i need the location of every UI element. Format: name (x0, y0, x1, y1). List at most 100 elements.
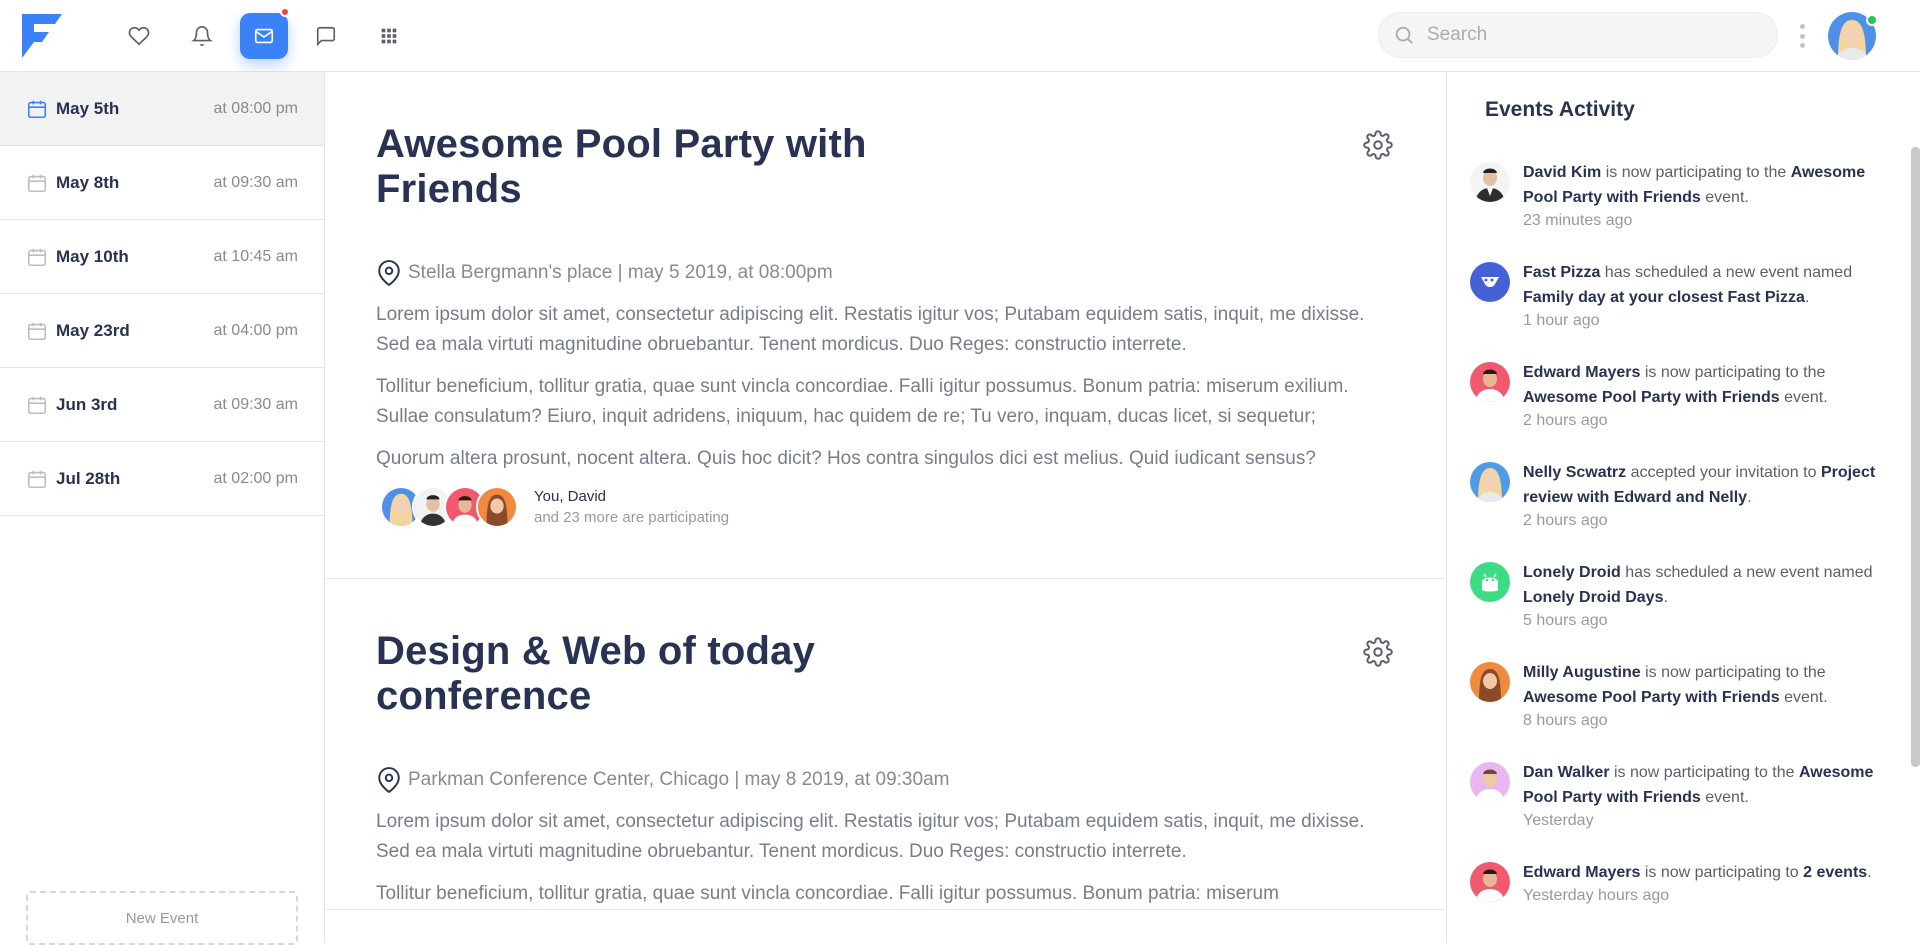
activity-target[interactable]: Awesome Pool Party with Friends (1523, 689, 1780, 706)
time-label: at 09:30 am (213, 173, 299, 191)
online-status-dot (1866, 14, 1878, 26)
activity-target[interactable]: Awesome Pool Party with Friends (1523, 389, 1780, 406)
search-box[interactable] (1378, 12, 1778, 58)
search-input[interactable] (1425, 23, 1745, 47)
calendar-icon (27, 396, 47, 414)
date-label: Jun 3rd (56, 394, 118, 414)
list-item[interactable]: Lonely Droid has scheduled a new event n… (1470, 560, 1900, 660)
event-dates-sidebar: May 5th at 08:00 pm May 8th at 09:30 am … (0, 72, 325, 945)
list-item[interactable]: Milly Augustine is now participating to … (1470, 660, 1900, 760)
activity-actor[interactable]: Edward Mayers (1523, 364, 1640, 381)
date-item-may-8th[interactable]: May 8th at 09:30 am (0, 146, 324, 220)
messages-mail-icon[interactable] (240, 7, 290, 59)
calendar-icon (27, 100, 47, 118)
participant-avatars (380, 486, 518, 528)
activity-verb: accepted your invitation to (1626, 464, 1821, 481)
activity-actor[interactable]: Nelly Scwatrz (1523, 464, 1626, 481)
date-label: May 10th (56, 246, 129, 266)
event-description: Quorum altera prosunt, nocent altera. Qu… (376, 448, 1316, 469)
avatar (1470, 762, 1510, 802)
activity-actor[interactable]: Lonely Droid (1523, 564, 1621, 581)
activity-verb: is now participating to (1640, 864, 1804, 881)
events-main-panel: Awesome Pool Party with Friends Stella B… (326, 72, 1445, 943)
activity-text: Milly Augustine is now participating to … (1523, 660, 1900, 710)
activity-time: 23 minutes ago (1523, 212, 1633, 229)
notifications-bell-icon[interactable] (178, 13, 226, 59)
activity-verb: is now participating to the (1601, 164, 1791, 181)
activity-text: Nelly Scwatrz accepted your invitation t… (1523, 460, 1900, 510)
date-item-jul-28th[interactable]: Jul 28th at 02:00 pm (0, 442, 324, 516)
list-item[interactable]: Dan Walker is now participating to the A… (1470, 760, 1900, 860)
map-pin-icon (378, 260, 400, 286)
activity-text: Lonely Droid has scheduled a new event n… (1523, 560, 1900, 610)
participants-names: You, David (534, 488, 606, 505)
more-options-icon[interactable] (1796, 24, 1808, 48)
activity-actor[interactable]: Milly Augustine (1523, 664, 1641, 681)
activity-verb: is now participating to the (1640, 364, 1826, 381)
time-label: at 02:00 pm (213, 469, 299, 487)
chat-bubble-icon[interactable] (302, 13, 350, 59)
activity-time: 1 hour ago (1523, 312, 1600, 329)
avatar (1470, 162, 1510, 202)
android-droid-icon (1470, 562, 1510, 602)
activity-target[interactable]: 2 events (1803, 864, 1867, 881)
activity-suffix: . (1804, 289, 1810, 306)
event-description: Tollitur beneficium, tollitur gratia, qu… (376, 883, 1279, 904)
event-location: Parkman Conference Center, Chicago | may… (376, 767, 1393, 793)
activity-actor[interactable]: Edward Mayers (1523, 864, 1640, 881)
fast-pizza-logo-icon (1470, 262, 1510, 302)
calendar-icon (27, 470, 47, 488)
event-title: Awesome Pool Party with Friends (376, 122, 867, 211)
app-logo-icon[interactable] (22, 14, 62, 58)
time-label: at 10:45 am (213, 247, 299, 265)
activity-actor[interactable]: Dan Walker (1523, 764, 1610, 781)
date-label: May 23rd (56, 320, 130, 340)
activity-time: Yesterday (1523, 812, 1594, 829)
activity-verb: is now participating to the (1609, 764, 1799, 781)
date-item-may-5th[interactable]: May 5th at 08:00 pm (0, 72, 324, 146)
activity-time: 2 hours ago (1523, 512, 1608, 529)
location-text: Parkman Conference Center, Chicago | may… (408, 769, 950, 790)
activity-scrollbar[interactable] (1911, 147, 1920, 767)
activity-list: David Kim is now participating to the Aw… (1470, 160, 1900, 943)
unread-dot (280, 7, 290, 17)
activity-title: Events Activity (1485, 98, 1635, 121)
avatar (1470, 362, 1510, 402)
activity-suffix: event. (1779, 389, 1828, 406)
activity-target[interactable]: Lonely Droid Days (1523, 589, 1663, 606)
date-item-jun-3rd[interactable]: Jun 3rd at 09:30 am (0, 368, 324, 442)
calendar-icon (27, 174, 47, 192)
activity-actor[interactable]: Fast Pizza (1523, 264, 1600, 281)
time-label: at 04:00 pm (213, 321, 299, 339)
gear-icon[interactable] (1363, 130, 1393, 160)
new-event-button[interactable]: New Event (26, 891, 298, 945)
activity-time: 8 hours ago (1523, 712, 1608, 729)
list-item[interactable]: Edward Mayers is now participating to 2 … (1470, 860, 1900, 943)
list-item[interactable]: Fast Pizza has scheduled a new event nam… (1470, 260, 1900, 360)
favorites-heart-icon[interactable] (115, 13, 163, 59)
activity-target[interactable]: Family day at your closest Fast Pizza (1523, 289, 1805, 306)
apps-grid-icon[interactable] (365, 13, 413, 59)
activity-suffix: event. (1700, 789, 1749, 806)
date-item-may-23rd[interactable]: May 23rd at 04:00 pm (0, 294, 324, 368)
participants-count: and 23 more are participating (534, 509, 730, 526)
date-item-may-10th[interactable]: May 10th at 10:45 am (0, 220, 324, 294)
activity-suffix: . (1663, 589, 1668, 606)
activity-text: Edward Mayers is now participating to 2 … (1523, 860, 1872, 885)
participants-row[interactable]: You, David and 23 more are participating (376, 486, 1393, 578)
activity-time: Yesterday hours ago (1523, 887, 1670, 904)
activity-actor[interactable]: David Kim (1523, 164, 1601, 181)
list-item[interactable]: David Kim is now participating to the Aw… (1470, 160, 1900, 260)
avatar (1470, 862, 1510, 902)
list-item[interactable]: Nelly Scwatrz accepted your invitation t… (1470, 460, 1900, 560)
activity-time: 2 hours ago (1523, 412, 1608, 429)
location-text: Stella Bergmann's place | may 5 2019, at… (408, 262, 833, 283)
gear-icon[interactable] (1363, 637, 1393, 667)
event-description: Lorem ipsum dolor sit amet, consectetur … (376, 304, 1365, 355)
event-description: Tollitur beneficium, tollitur gratia, qu… (376, 376, 1349, 427)
search-icon (1395, 26, 1413, 44)
top-navbar (0, 0, 1920, 72)
list-item[interactable]: Edward Mayers is now participating to th… (1470, 360, 1900, 460)
calendar-icon (27, 322, 47, 340)
event-location: Stella Bergmann's place | may 5 2019, at… (376, 260, 1393, 286)
